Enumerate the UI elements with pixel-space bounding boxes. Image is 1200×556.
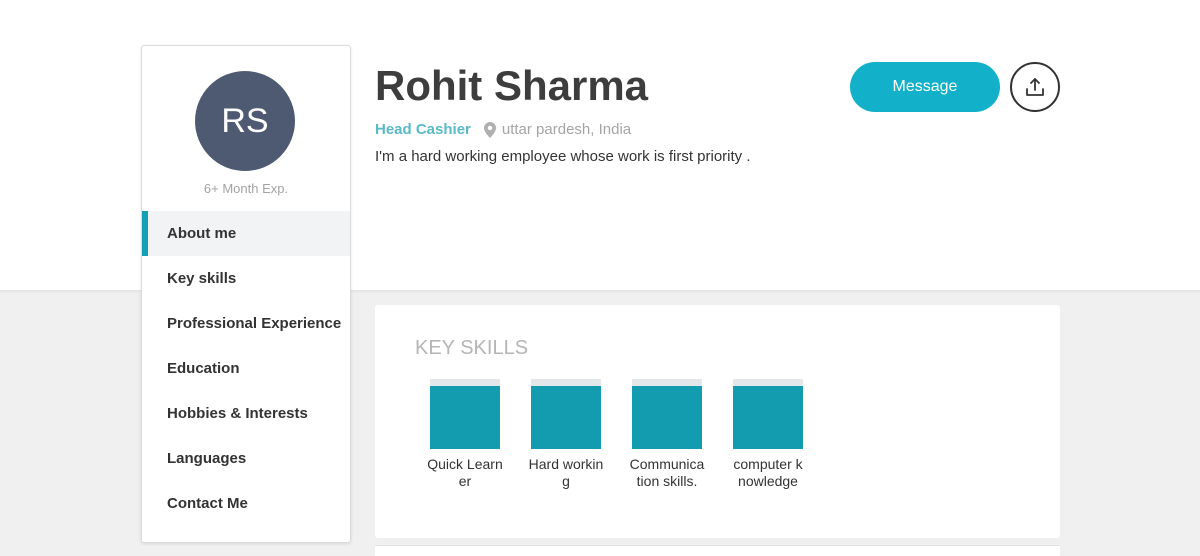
skill-item: Communication skills. xyxy=(627,379,707,490)
sidebar-item-education[interactable]: Education xyxy=(142,346,350,391)
sidebar-item-hobbies-interests[interactable]: Hobbies & Interests xyxy=(142,391,350,436)
sidebar-item-contact-me[interactable]: Contact Me xyxy=(142,481,350,526)
skill-block xyxy=(632,379,702,449)
sidebar-item-languages[interactable]: Languages xyxy=(142,436,350,481)
skill-label: Communication skills. xyxy=(629,456,705,489)
skill-block xyxy=(733,379,803,449)
profile-name: Rohit Sharma xyxy=(375,62,649,109)
sidebar-item-label: Hobbies & Interests xyxy=(167,405,308,422)
avatar: RS xyxy=(195,71,295,171)
share-upload-icon xyxy=(1025,77,1045,97)
sidebar-item-label: Contact Me xyxy=(167,495,248,512)
next-card-edge xyxy=(375,545,1060,556)
sidebar-item-key-skills[interactable]: Key skills xyxy=(142,256,350,301)
skill-item: Hard working xyxy=(526,379,606,490)
profile-sidebar: RS 6+ Month Exp. About me Key skills Pro… xyxy=(141,45,351,543)
key-skills-card: KEY SKILLS Quick Learner Hard working Co… xyxy=(375,305,1060,538)
message-button-label: Message xyxy=(892,78,958,95)
sidebar-item-label: Education xyxy=(167,360,240,377)
skill-label: computer knowledge xyxy=(733,456,803,489)
role-line: Head Cashier uttar pardesh, India xyxy=(375,121,631,138)
sidebar-item-about-me[interactable]: About me xyxy=(142,211,350,256)
sidebar-item-label: Professional Experience xyxy=(167,315,342,332)
share-button[interactable] xyxy=(1010,62,1060,112)
skill-label: Hard working xyxy=(528,456,604,489)
sidebar-item-label: About me xyxy=(167,225,237,242)
sidebar-item-label: Key skills xyxy=(167,270,237,287)
skill-item: computer knowledge xyxy=(728,379,808,490)
message-button[interactable]: Message xyxy=(850,62,1000,112)
job-title: Head Cashier xyxy=(375,121,471,138)
sidebar-nav: About me Key skills Professional Experie… xyxy=(142,211,350,526)
location-pin-icon xyxy=(483,121,496,138)
key-skills-heading: KEY SKILLS xyxy=(415,337,529,359)
location-text: uttar pardesh, India xyxy=(501,121,632,138)
profile-bio: I'm a hard working employee whose work i… xyxy=(375,148,751,165)
skill-block xyxy=(531,379,601,449)
avatar-initials: RS xyxy=(221,101,269,140)
experience-text: 6+ Month Exp. xyxy=(203,181,289,196)
skill-label: Quick Learner xyxy=(427,456,503,489)
sidebar-item-professional-experience[interactable]: Professional Experience xyxy=(142,301,350,346)
skill-item: Quick Learner xyxy=(425,379,505,490)
sidebar-item-label: Languages xyxy=(167,450,247,467)
skill-block xyxy=(430,379,500,449)
